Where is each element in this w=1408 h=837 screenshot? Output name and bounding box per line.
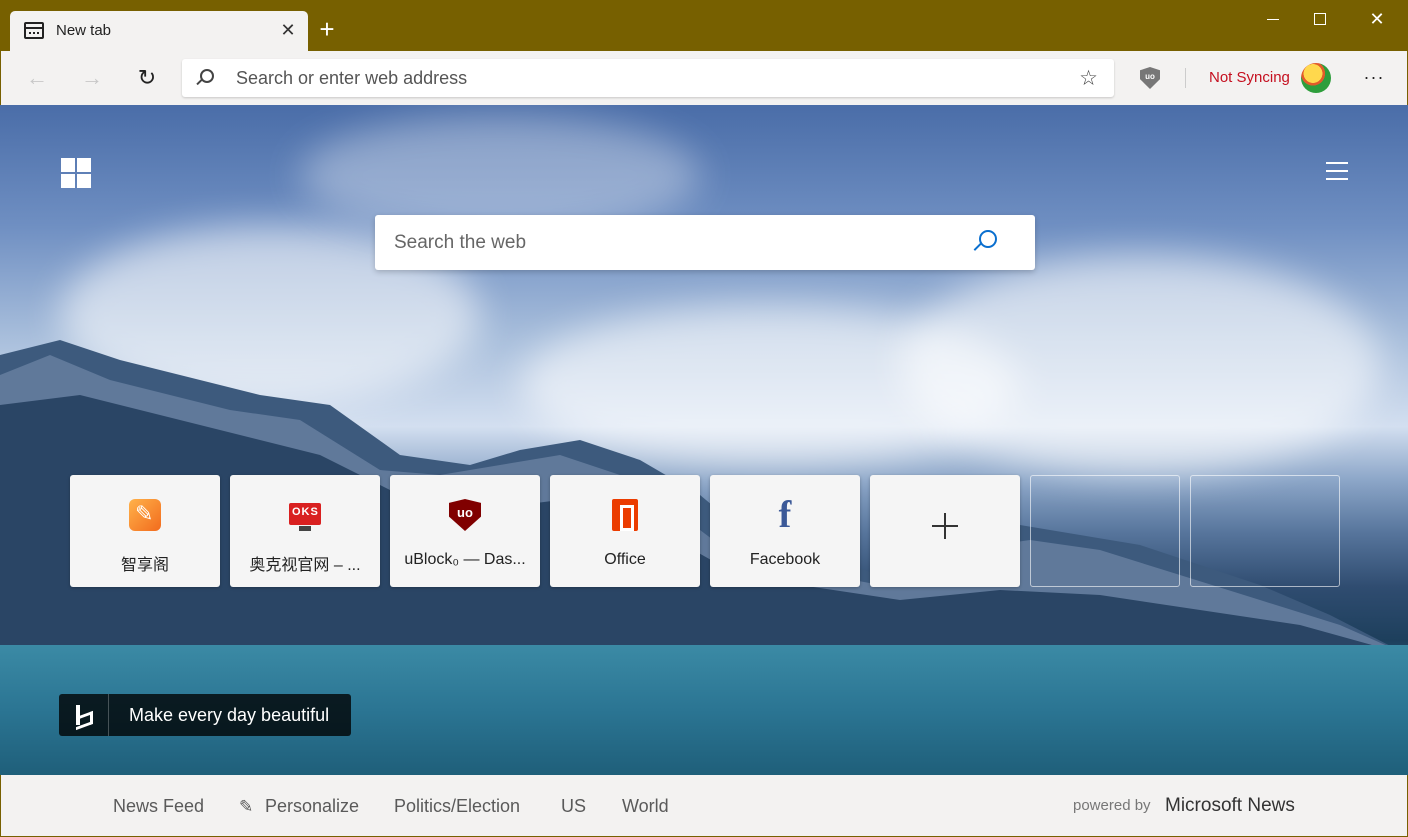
news-tab-news-feed[interactable]: News Feed bbox=[113, 796, 204, 817]
news-tab-us[interactable]: US bbox=[561, 796, 586, 817]
add-site-tile[interactable] bbox=[870, 475, 1020, 587]
top-site-label: 奥克视官网 – ... bbox=[249, 557, 361, 574]
tab-close-button[interactable]: ✕ bbox=[278, 20, 298, 40]
close-window-button[interactable]: ✕ bbox=[1354, 0, 1400, 38]
top-site-label: uBlock₀ — Das... bbox=[404, 551, 526, 568]
toolbar: ← → ↻ ☆ uo Not Syncing ··· bbox=[0, 51, 1408, 105]
bing-banner-text: Make every day beautiful bbox=[129, 705, 330, 725]
top-site-tile[interactable]: f Facebook bbox=[710, 475, 860, 587]
news-provider-label: Microsoft News bbox=[1165, 795, 1295, 816]
powered-by-label: powered by bbox=[1073, 797, 1151, 814]
plus-icon bbox=[930, 511, 960, 541]
forward-button[interactable]: → bbox=[78, 64, 106, 92]
facebook-icon: f bbox=[778, 494, 792, 536]
tab-new-tab[interactable]: New tab ✕ bbox=[10, 11, 308, 51]
maximize-button[interactable] bbox=[1297, 0, 1343, 38]
news-tab-world[interactable]: World bbox=[622, 796, 669, 817]
profile-avatar[interactable] bbox=[1301, 63, 1331, 93]
office-icon bbox=[612, 499, 638, 531]
minimize-button[interactable] bbox=[1250, 0, 1296, 38]
address-bar[interactable]: ☆ bbox=[182, 59, 1114, 97]
top-site-tile[interactable]: 智享阁 bbox=[70, 475, 220, 587]
new-tab-icon bbox=[24, 22, 44, 39]
maximize-icon bbox=[1314, 13, 1326, 25]
search-icon[interactable] bbox=[979, 230, 997, 248]
sync-status-button[interactable]: Not Syncing bbox=[1209, 69, 1290, 86]
news-tab-personalize[interactable]: Personalize bbox=[265, 796, 359, 817]
top-site-label: 智享阁 bbox=[120, 557, 169, 574]
tab-title: New tab bbox=[56, 22, 112, 39]
favorite-star-icon[interactable]: ☆ bbox=[1079, 66, 1098, 91]
address-input[interactable] bbox=[236, 65, 1056, 91]
windows-logo-icon[interactable] bbox=[61, 158, 91, 188]
back-button[interactable]: ← bbox=[23, 64, 51, 92]
oks-icon bbox=[289, 503, 321, 531]
web-search-box[interactable] bbox=[375, 215, 1035, 270]
news-tab-politics-election[interactable]: Politics/Election bbox=[394, 796, 520, 817]
page-settings-menu-icon[interactable] bbox=[1326, 162, 1348, 180]
bing-image-banner[interactable]: Make every day beautiful bbox=[59, 694, 351, 736]
minimize-icon bbox=[1267, 19, 1279, 20]
web-search-input[interactable] bbox=[394, 229, 954, 257]
refresh-button[interactable]: ↻ bbox=[133, 64, 161, 92]
pencil-icon: ✎ bbox=[239, 797, 254, 816]
empty-site-tile[interactable] bbox=[1030, 475, 1180, 587]
zhixiang-icon bbox=[129, 499, 161, 531]
top-site-tile[interactable]: uBlock₀ — Das... bbox=[390, 475, 540, 587]
news-navigation-bar: News Feed ✎ Personalize Politics/Electio… bbox=[0, 775, 1408, 837]
top-site-label: Office bbox=[604, 551, 646, 568]
search-icon bbox=[200, 69, 214, 83]
more-options-button[interactable]: ··· bbox=[1361, 64, 1387, 90]
ublock-extension-icon[interactable]: uo bbox=[1140, 67, 1160, 89]
new-tab-page: 智享阁 奥克视官网 – ... uBlock₀ — Das... Office … bbox=[0, 105, 1408, 775]
empty-site-tile[interactable] bbox=[1190, 475, 1340, 587]
new-tab-button[interactable]: + bbox=[316, 16, 338, 42]
top-site-tile[interactable]: Office bbox=[550, 475, 700, 587]
title-bar: New tab ✕ + ✕ bbox=[0, 0, 1408, 51]
bing-logo-icon bbox=[59, 694, 109, 736]
top-site-label: Facebook bbox=[749, 551, 821, 568]
ublock-icon bbox=[449, 499, 481, 531]
toolbar-divider bbox=[1185, 68, 1186, 88]
top-site-tile[interactable]: 奥克视官网 – ... bbox=[230, 475, 380, 587]
